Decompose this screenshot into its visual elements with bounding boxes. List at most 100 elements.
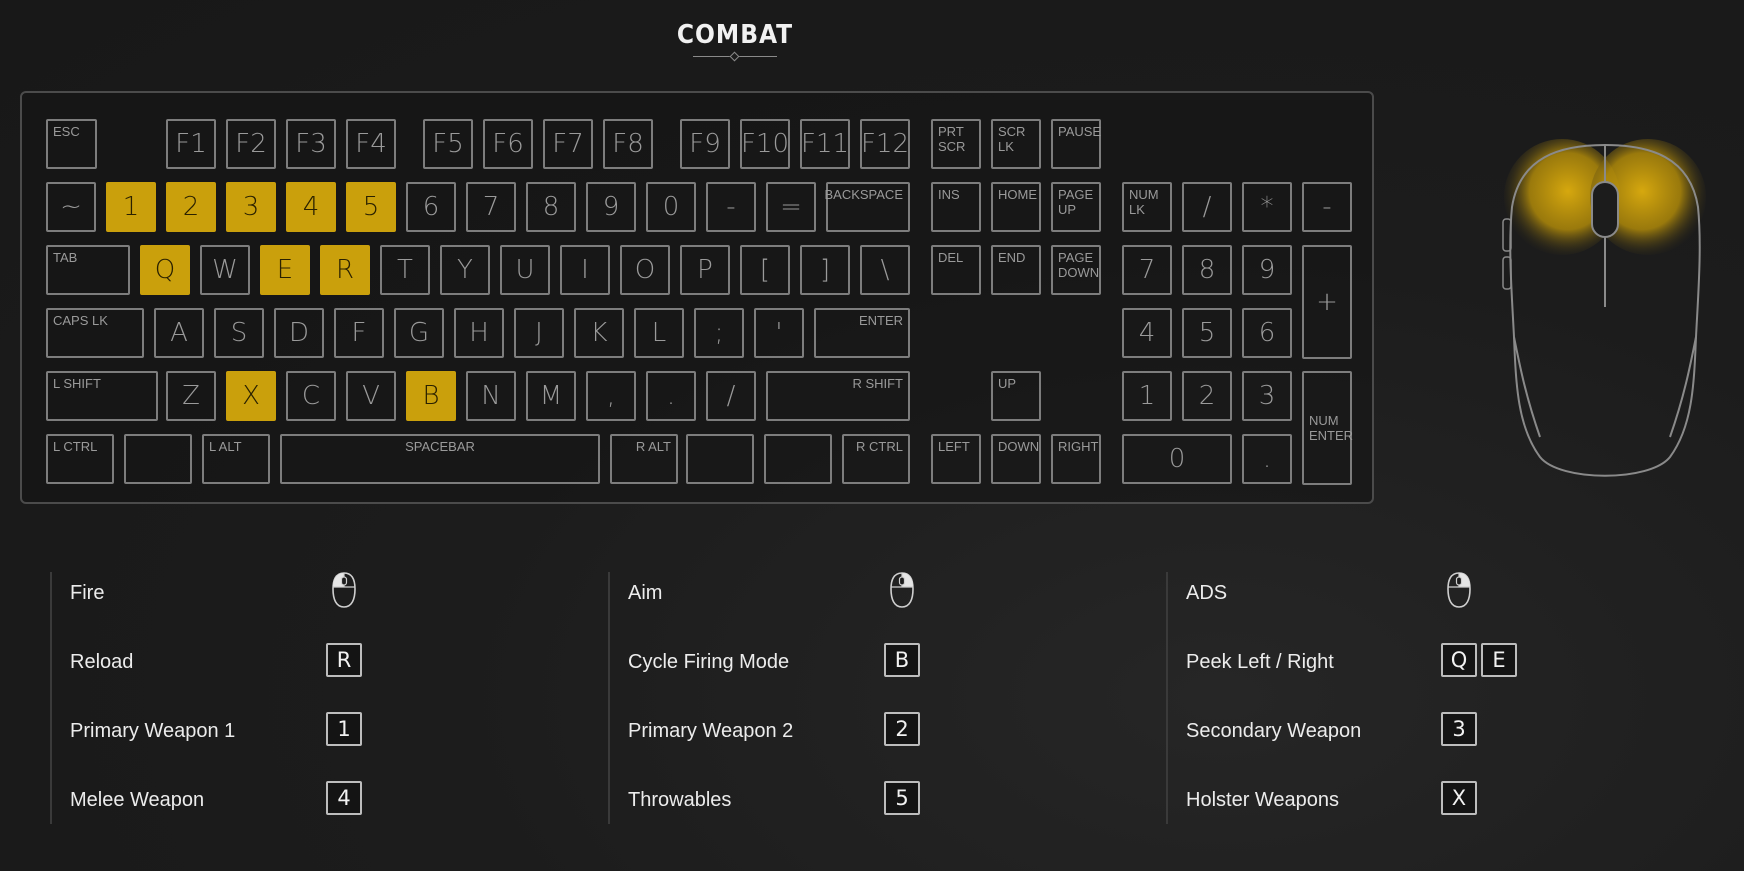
action-label: Reload [70,651,134,673]
key-symbol: - [706,182,756,232]
key-0: 0 [1122,434,1232,484]
key-3: 3 [1242,371,1292,421]
key-scr-lk: SCR LK [991,119,1041,169]
action-label: Holster Weapons [1186,789,1340,811]
key-y: Y [440,245,490,295]
key-symbol: ] [800,245,850,295]
key-prt-scr: PRT SCR [931,119,981,169]
key-f11: F11 [800,119,850,169]
keybind-badge[interactable]: B [884,643,920,677]
key-8: 8 [526,182,576,232]
key-f9: F9 [680,119,730,169]
key-num-enter: NUM ENTER [1302,371,1353,485]
key-w: W [200,245,250,295]
key-t: T [380,245,430,295]
page-title: COMBAT [676,20,794,50]
keybind-badge[interactable]: 5 [884,781,920,815]
key-l-alt: L ALT [202,434,270,484]
key-0: 0 [646,182,696,232]
key-blank [764,434,832,484]
key-b: B [406,371,456,421]
keybind-badge[interactable]: R [326,643,362,677]
key-2: 2 [166,182,216,232]
keybind-badge[interactable]: 2 [884,712,920,746]
key-o: O [620,245,670,295]
column-divider [608,572,610,824]
key-up: UP [991,371,1041,421]
key-symbol: \ [860,245,910,295]
key-g: G [394,308,444,358]
key-m: M [526,371,576,421]
key-1: 1 [106,182,156,232]
key-r-alt: R ALT [610,434,678,484]
action-label: Primary Weapon 2 [628,720,794,742]
action-label: Throwables [628,789,732,811]
key-symbol: / [706,371,756,421]
key-f1: F1 [166,119,216,169]
key-r-ctrl: R CTRL [842,434,910,484]
key-v: V [346,371,396,421]
key-1: 1 [1122,371,1172,421]
column-divider [50,572,52,824]
key-r-shift: R SHIFT [766,371,910,421]
key-3: 3 [226,182,276,232]
keybind-badge[interactable]: X [1441,781,1477,815]
action-label: Peek Left / Right [1186,651,1334,673]
key-d: D [274,308,324,358]
key-f12: F12 [860,119,910,169]
key-z: Z [166,371,216,421]
keybind-badge[interactable]: Q [1441,643,1477,677]
keybind-badge[interactable]: E [1481,643,1517,677]
key-2: 2 [1182,371,1232,421]
key-del: DEL [931,245,981,295]
key-f10: F10 [740,119,790,169]
key-4: 4 [1122,308,1172,358]
key-6: 6 [1242,308,1292,358]
key-left: LEFT [931,434,981,484]
key-a: A [154,308,204,358]
key-symbol: [ [740,245,790,295]
key-pause: PAUSE [1051,119,1101,169]
key-page-down: PAGE DOWN [1051,245,1101,295]
key-9: 9 [1242,245,1292,295]
key-enter: ENTER [814,308,910,358]
key-symbol: = [766,182,816,232]
key-home: HOME [991,182,1041,232]
key-8: 8 [1182,245,1232,295]
key-page-up: PAGE UP [1051,182,1101,232]
action-label: Cycle Firing Mode [628,651,790,673]
key-blank [686,434,754,484]
key-x: X [226,371,276,421]
key-p: P [680,245,730,295]
key-right: RIGHT [1051,434,1101,484]
key-backspace: BACKSPACE [824,182,910,232]
key-down: DOWN [991,434,1041,484]
key-6: 6 [406,182,456,232]
key-caps-lk: CAPS LK [46,308,144,358]
action-label: Aim [628,582,663,604]
key-k: K [574,308,624,358]
key-f5: F5 [423,119,473,169]
key-7: 7 [1122,245,1172,295]
keybind-badge[interactable]: 4 [326,781,362,815]
key-q: Q [140,245,190,295]
key-symbol: . [646,371,696,421]
key-5: 5 [346,182,396,232]
key-7: 7 [466,182,516,232]
keybind-badge[interactable]: 1 [326,712,362,746]
key-symbol: ; [694,308,744,358]
key-symbol: / [1182,182,1232,232]
key-u: U [500,245,550,295]
mouse-right-click-icon [889,571,915,609]
action-label: Fire [70,582,105,604]
key-esc: ESC [46,119,97,169]
key-num-lk: NUM LK [1122,182,1172,232]
action-label: Primary Weapon 1 [70,720,236,742]
key-symbol: ~ [46,182,96,232]
key-i: I [560,245,610,295]
keybind-badge[interactable]: 3 [1441,712,1477,746]
key-s: S [214,308,264,358]
key-5: 5 [1182,308,1232,358]
key-f6: F6 [483,119,533,169]
key-n: N [466,371,516,421]
